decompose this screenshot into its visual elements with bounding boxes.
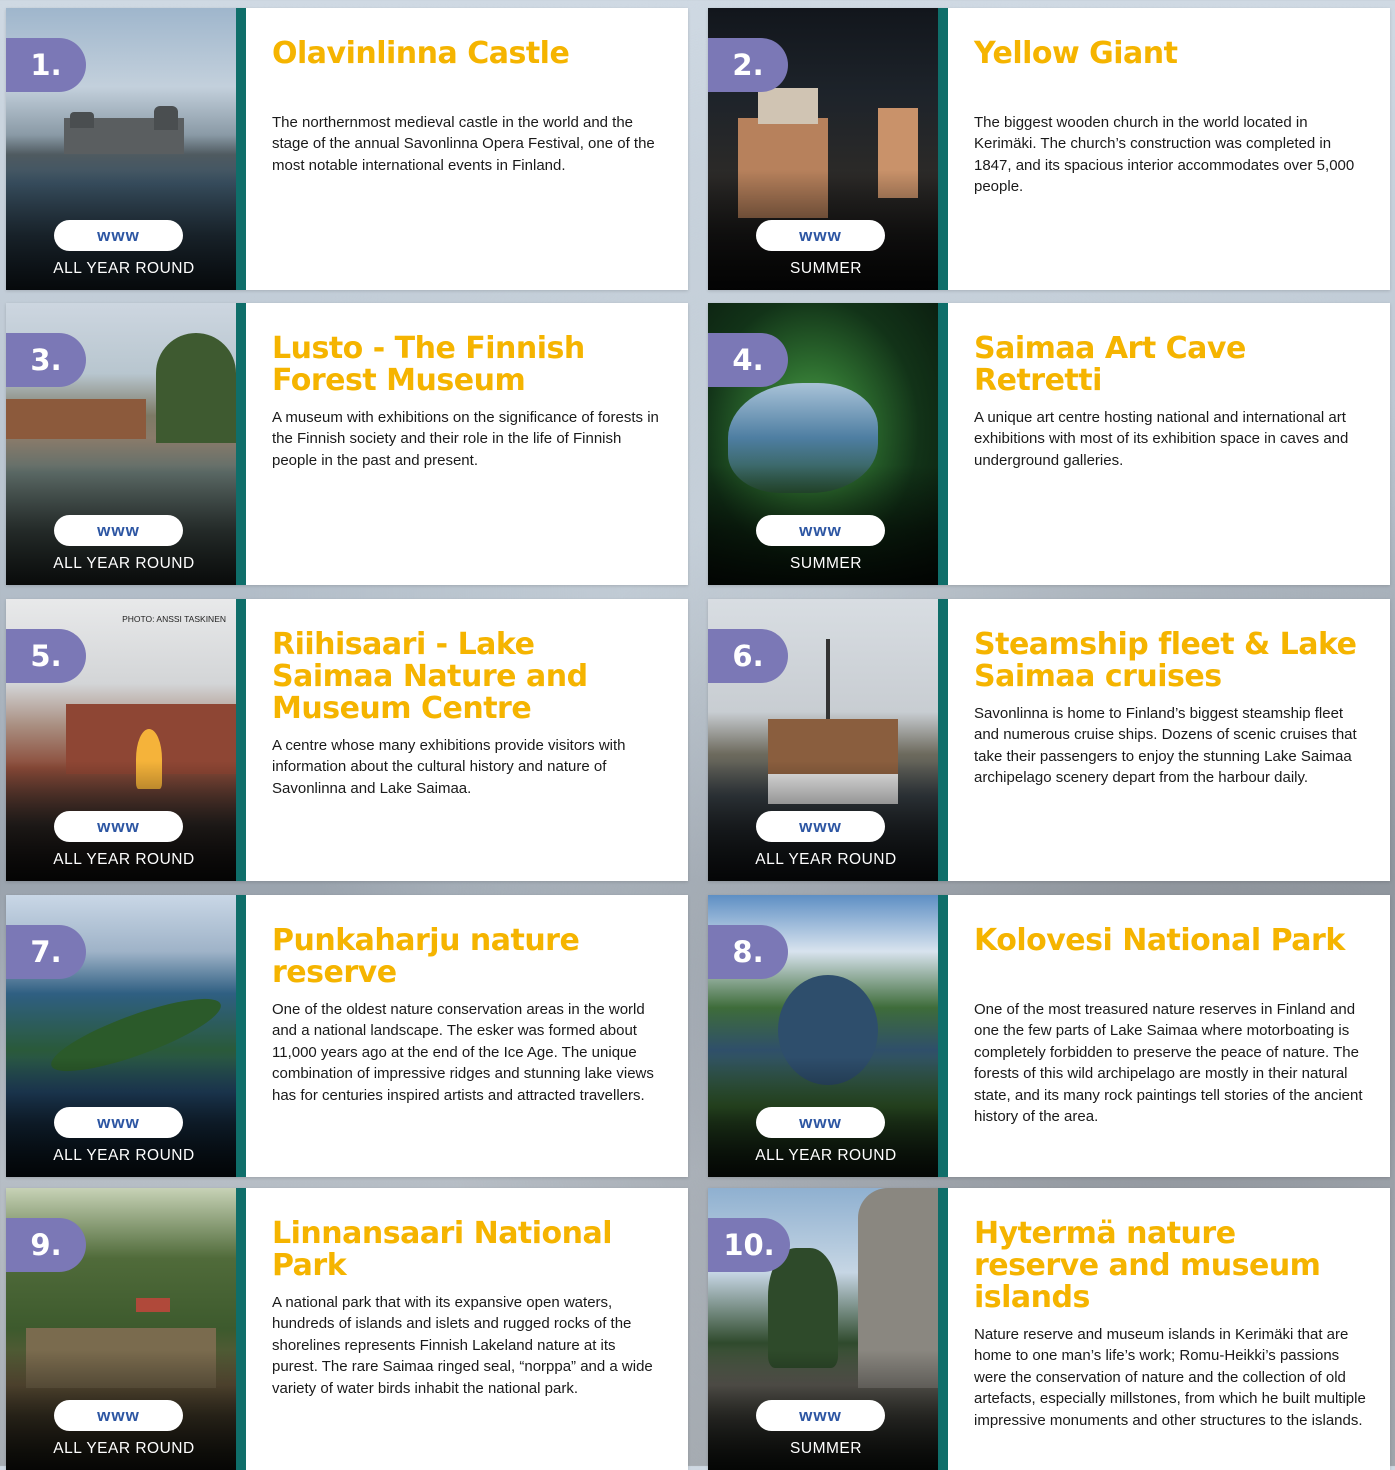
attraction-card-8: 8. www ALL YEAR ROUND Kolovesi National … [708,895,1390,1177]
attraction-card-2: 2. www SUMMER Yellow Giant The biggest w… [708,8,1390,290]
accent-stripe [236,303,246,585]
rank-number: 1. [6,38,86,92]
card-title: Riihisaari - Lake Saimaa Nature and Muse… [272,627,588,726]
www-button[interactable]: www [756,220,885,251]
card-content: Saimaa Art Cave Retretti A unique art ce… [948,303,1390,585]
photo-linnansaari: 9. www ALL YEAR ROUND [6,1188,236,1470]
card-description: A national park that with its expansive … [272,1294,653,1397]
season-label: ALL YEAR ROUND [53,851,195,868]
card-title: Lusto - The Finnish Forest Museum [272,331,585,398]
season-label: SUMMER [790,260,862,277]
season-label: ALL YEAR ROUND [53,1440,195,1457]
card-content: Yellow Giant The biggest wooden church i… [948,8,1390,290]
www-button[interactable]: www [54,220,183,251]
www-button[interactable]: www [54,811,183,842]
rank-number: 6. [708,629,788,683]
season-label: ALL YEAR ROUND [53,555,195,572]
card-description: A unique art centre hosting national and… [974,409,1349,469]
card-title: Punkaharju nature reserve [272,923,580,990]
attraction-card-4: 4. www SUMMER Saimaa Art Cave Retretti A… [708,303,1390,585]
photo-riihisaari: PHOTO: ANSSI TASKINEN 5. www ALL YEAR RO… [6,599,236,881]
attraction-card-3: 3. www ALL YEAR ROUND Lusto - The Finnis… [6,303,688,585]
accent-stripe [938,8,948,290]
card-content: Steamship fleet & Lake Saimaa cruises Sa… [948,599,1390,881]
accent-stripe [938,303,948,585]
season-label: SUMMER [790,555,862,572]
accent-stripe [236,599,246,881]
card-content: Lusto - The Finnish Forest Museum A muse… [246,303,688,585]
card-description: One of the most treasured nature reserve… [974,1001,1363,1126]
card-description: The biggest wooden church in the world l… [974,114,1355,196]
rank-number: 7. [6,925,86,979]
photo-saimaa-art-cave: 4. www SUMMER [708,303,938,585]
attraction-card-6: 6. www ALL YEAR ROUND Steamship fleet & … [708,599,1390,881]
photo-credit: PHOTO: ANSSI TASKINEN [122,614,226,624]
card-description: Savonlinna is home to Finland’s biggest … [974,705,1357,787]
card-content: Linnansaari National Park A national par… [246,1188,688,1470]
card-content: Olavinlinna Castle The northernmost medi… [246,8,688,290]
season-label: ALL YEAR ROUND [755,1147,897,1164]
attraction-card-1: 1. www ALL YEAR ROUND Olavinlinna Castle… [6,8,688,290]
www-button[interactable]: www [54,515,183,546]
card-content: Punkaharju nature reserve One of the old… [246,895,688,1177]
accent-stripe [236,8,246,290]
photo-yellow-giant: 2. www SUMMER [708,8,938,290]
card-title: Saimaa Art Cave Retretti [974,331,1246,398]
photo-steamship: 6. www ALL YEAR ROUND [708,599,938,881]
card-description: A museum with exhibitions on the signifi… [272,409,659,469]
accent-stripe [938,1188,948,1470]
www-button[interactable]: www [756,811,885,842]
card-content: Hytermä nature reserve and museum island… [948,1188,1390,1470]
rank-number: 2. [708,38,788,92]
attraction-card-5: PHOTO: ANSSI TASKINEN 5. www ALL YEAR RO… [6,599,688,881]
rank-number: 4. [708,333,788,387]
card-title: Linnansaari National Park [272,1216,613,1283]
card-description: Nature reserve and museum islands in Ker… [974,1326,1366,1429]
rank-number: 3. [6,333,86,387]
rank-number: 9. [6,1218,86,1272]
www-button[interactable]: www [756,1107,885,1138]
photo-punkaharju: 7. www ALL YEAR ROUND [6,895,236,1177]
card-title: Steamship fleet & Lake Saimaa cruises [974,627,1357,694]
photo-hyterma: 10. www SUMMER [708,1188,938,1470]
card-title: Olavinlinna Castle [272,36,570,71]
attraction-card-9: 9. www ALL YEAR ROUND Linnansaari Nation… [6,1188,688,1470]
photo-olavinlinna-castle: 1. www ALL YEAR ROUND [6,8,236,290]
www-button[interactable]: www [54,1107,183,1138]
card-description: The northernmost medieval castle in the … [272,114,655,174]
card-description: One of the oldest nature conservation ar… [272,1001,654,1104]
card-title: Hytermä nature reserve and museum island… [974,1216,1321,1315]
rank-number: 10. [708,1218,790,1272]
season-label: ALL YEAR ROUND [755,851,897,868]
card-title: Kolovesi National Park [974,923,1345,958]
season-label: ALL YEAR ROUND [53,260,195,277]
attraction-card-10: 10. www SUMMER Hytermä nature reserve an… [708,1188,1390,1470]
www-button[interactable]: www [756,1400,885,1431]
card-content: Riihisaari - Lake Saimaa Nature and Muse… [246,599,688,881]
photo-lusto-museum: 3. www ALL YEAR ROUND [6,303,236,585]
card-content: Kolovesi National Park One of the most t… [948,895,1390,1177]
rank-number: 8. [708,925,788,979]
accent-stripe [236,1188,246,1470]
www-button[interactable]: www [756,515,885,546]
season-label: ALL YEAR ROUND [53,1147,195,1164]
www-button[interactable]: www [54,1400,183,1431]
card-title: Yellow Giant [974,36,1178,71]
accent-stripe [938,895,948,1177]
season-label: SUMMER [790,1440,862,1457]
accent-stripe [236,895,246,1177]
attraction-card-7: 7. www ALL YEAR ROUND Punkaharju nature … [6,895,688,1177]
card-description: A centre whose many exhibitions provide … [272,737,626,797]
accent-stripe [938,599,948,881]
rank-number: 5. [6,629,86,683]
photo-kolovesi: 8. www ALL YEAR ROUND [708,895,938,1177]
